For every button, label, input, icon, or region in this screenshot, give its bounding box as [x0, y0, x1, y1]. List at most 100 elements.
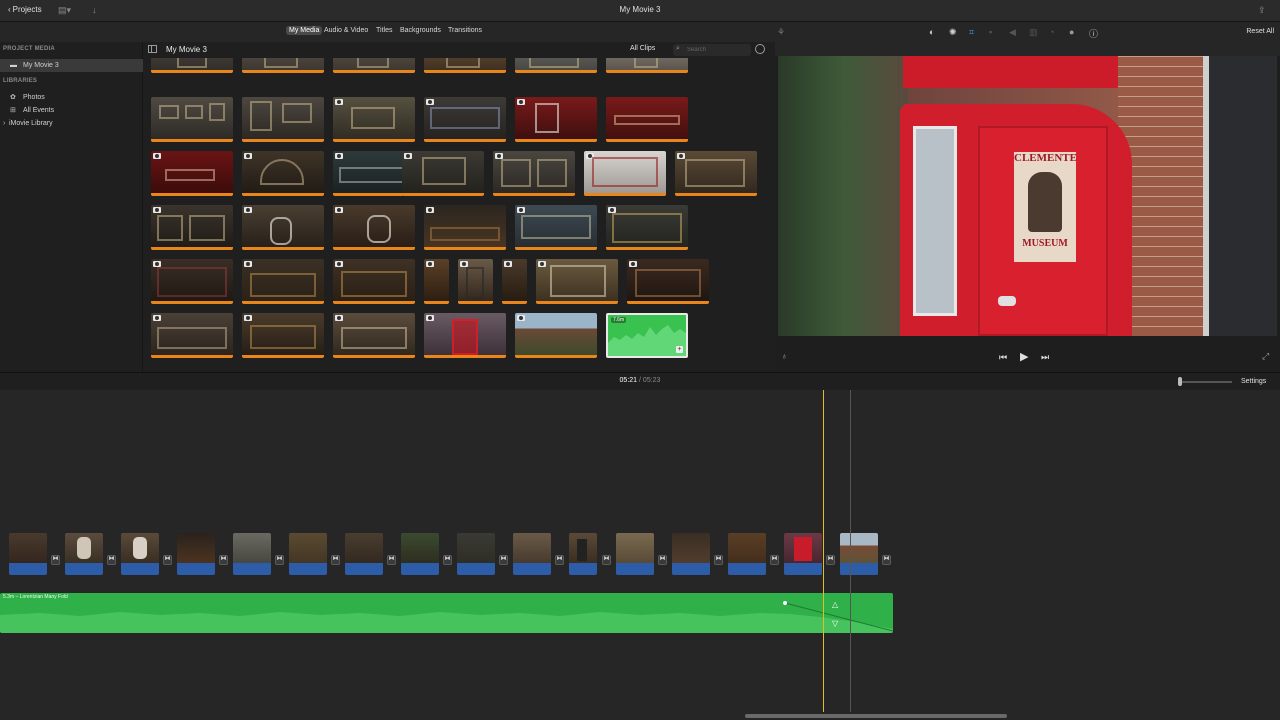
- media-clip[interactable]: [515, 313, 597, 358]
- fade-in-handle-icon[interactable]: △: [832, 600, 838, 609]
- timeline-clip[interactable]: [233, 533, 271, 575]
- timeline-clip[interactable]: [65, 533, 103, 575]
- timeline-clip[interactable]: [121, 533, 159, 575]
- timeline-clip[interactable]: [728, 533, 766, 575]
- media-clip[interactable]: [424, 313, 506, 358]
- zoom-slider-handle[interactable]: [1178, 377, 1182, 386]
- tab-transitions[interactable]: Transitions: [445, 26, 485, 35]
- equalizer-icon[interactable]: ▥: [1029, 27, 1038, 38]
- sidebar-item-my-movie[interactable]: ▬ My Movie 3: [0, 59, 143, 72]
- tab-my-media[interactable]: My Media: [286, 26, 323, 35]
- transition-icon[interactable]: [107, 555, 116, 565]
- timeline-clip[interactable]: [177, 533, 215, 575]
- clip-filter-dropdown[interactable]: All Clips: [630, 45, 655, 52]
- media-clip[interactable]: [242, 313, 324, 358]
- timeline-clip[interactable]: [840, 533, 878, 575]
- color-correction-icon[interactable]: ✺: [949, 27, 957, 38]
- timeline-clip[interactable]: [616, 533, 654, 575]
- fullscreen-icon[interactable]: ⤢: [1262, 351, 1269, 362]
- filter-icon[interactable]: [755, 44, 765, 54]
- zoom-slider-track[interactable]: [1180, 381, 1232, 383]
- tab-audio-video[interactable]: Audio & Video: [321, 26, 371, 35]
- media-clip[interactable]: [333, 97, 415, 142]
- media-clip[interactable]: [458, 259, 493, 304]
- transition-icon[interactable]: [770, 555, 779, 565]
- media-clip[interactable]: [242, 151, 324, 196]
- share-icon[interactable]: ⇪: [1258, 5, 1266, 16]
- transition-icon[interactable]: [443, 555, 452, 565]
- transition-icon[interactable]: [51, 555, 60, 565]
- media-clip[interactable]: [424, 97, 506, 142]
- transition-icon[interactable]: [219, 555, 228, 565]
- sidebar-item-imovie-library[interactable]: › iMovie Library: [0, 117, 143, 130]
- search-input[interactable]: [687, 45, 747, 55]
- volume-icon[interactable]: ◀: [1009, 27, 1016, 38]
- crop-icon[interactable]: ⌗: [969, 27, 974, 38]
- transition-icon[interactable]: [387, 555, 396, 565]
- media-clip[interactable]: [151, 313, 233, 358]
- tab-titles[interactable]: Titles: [373, 26, 395, 35]
- music-clip[interactable]: 7.6m +: [606, 313, 688, 358]
- media-clip[interactable]: [424, 259, 449, 304]
- media-clip[interactable]: [606, 58, 688, 73]
- timeline-clip[interactable]: [513, 533, 551, 575]
- stabilization-icon[interactable]: ▪: [989, 27, 992, 37]
- transition-icon[interactable]: [826, 555, 835, 565]
- media-clip[interactable]: [333, 259, 415, 304]
- media-clip[interactable]: [424, 205, 506, 250]
- media-clip[interactable]: [536, 259, 618, 304]
- audio-track-clip[interactable]: 5.3m – Lorentzian Many Fold △ ▽: [0, 593, 893, 633]
- media-clip[interactable]: [515, 205, 597, 250]
- media-clip[interactable]: [151, 97, 233, 142]
- media-clip[interactable]: [606, 205, 688, 250]
- transition-icon[interactable]: [882, 555, 891, 565]
- timeline-clip[interactable]: [345, 533, 383, 575]
- sidebar-item-photos[interactable]: ✿ Photos: [0, 91, 143, 104]
- transition-icon[interactable]: [499, 555, 508, 565]
- media-clip[interactable]: [675, 151, 757, 196]
- media-clip[interactable]: [584, 151, 666, 196]
- playhead[interactable]: [823, 390, 824, 712]
- transition-icon[interactable]: [714, 555, 723, 565]
- media-clip[interactable]: [333, 58, 415, 73]
- fade-out-handle-icon[interactable]: ▽: [832, 619, 838, 628]
- timeline-clip[interactable]: [569, 533, 597, 575]
- transition-icon[interactable]: [275, 555, 284, 565]
- media-clip[interactable]: [242, 205, 324, 250]
- media-clip[interactable]: [242, 259, 324, 304]
- transition-icon[interactable]: [658, 555, 667, 565]
- sidebar-item-all-events[interactable]: ⊞ All Events: [0, 104, 143, 117]
- media-clip[interactable]: [151, 58, 233, 73]
- add-clip-icon[interactable]: +: [676, 346, 683, 353]
- timeline-clip[interactable]: [9, 533, 47, 575]
- search-field[interactable]: ⌕: [673, 44, 751, 56]
- info-icon[interactable]: ⓘ: [1089, 27, 1098, 40]
- timeline-clip[interactable]: [784, 533, 822, 575]
- settings-button[interactable]: Settings: [1241, 378, 1266, 385]
- media-clip[interactable]: [151, 151, 233, 196]
- microphone-icon[interactable]: ♁: [781, 351, 788, 361]
- timeline-clip[interactable]: [401, 533, 439, 575]
- magic-wand-icon[interactable]: ⚘: [777, 27, 785, 38]
- media-clip[interactable]: [333, 313, 415, 358]
- skip-forward-icon[interactable]: ⏭: [1041, 352, 1049, 363]
- clip-filter-icon[interactable]: ●: [1069, 27, 1074, 37]
- transition-icon[interactable]: [163, 555, 172, 565]
- media-clip[interactable]: [424, 58, 506, 73]
- media-clip[interactable]: [242, 58, 324, 73]
- tab-backgrounds[interactable]: Backgrounds: [397, 26, 444, 35]
- media-clip[interactable]: [515, 58, 597, 73]
- media-clip[interactable]: [151, 259, 233, 304]
- transition-icon[interactable]: [602, 555, 611, 565]
- media-clip[interactable]: [242, 97, 324, 142]
- transition-icon[interactable]: [331, 555, 340, 565]
- timeline-scrollbar[interactable]: [745, 714, 1007, 718]
- toggle-sidebar-icon[interactable]: [148, 45, 157, 53]
- speed-icon[interactable]: ◔: [1049, 27, 1054, 37]
- media-clip[interactable]: [493, 151, 575, 196]
- media-clip[interactable]: [606, 97, 688, 142]
- media-clip[interactable]: [402, 151, 484, 196]
- media-clip[interactable]: [627, 259, 709, 304]
- media-clip[interactable]: [502, 259, 527, 304]
- transition-icon[interactable]: [555, 555, 564, 565]
